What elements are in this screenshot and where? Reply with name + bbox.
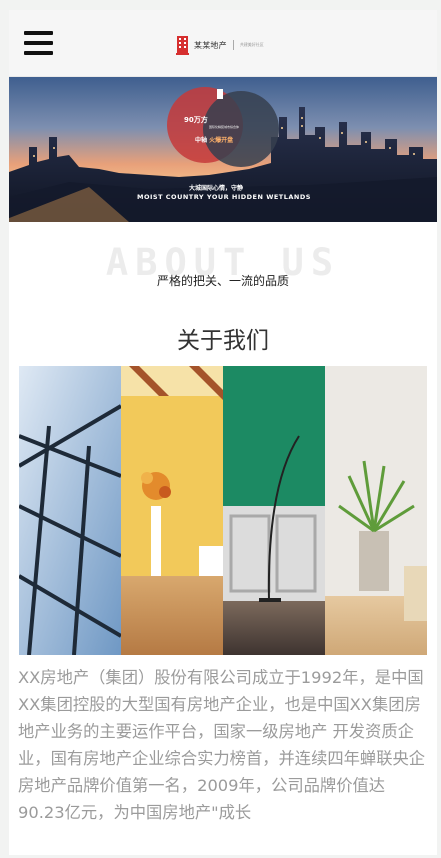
logo-slogan: 共建美好社区 [239, 42, 264, 47]
banner-opening: 中轴 火爆开盘 [195, 135, 233, 144]
logo-name: 某某地产 [194, 40, 227, 50]
banner-opening-prefix: 中轴 [195, 137, 208, 144]
banner-opening-highlight: 火爆开盘 [209, 137, 234, 144]
hamburger-menu-icon[interactable] [24, 31, 53, 57]
about-image [19, 366, 427, 655]
banner-slogan-cn: 大城国际心情，守静 [189, 185, 244, 192]
building-icon [176, 35, 189, 55]
about-section-header: ABOUT US 严格的把关、一流的品质 关于我们 [9, 242, 437, 354]
site-header: 某某地产 共建美好社区 [9, 10, 437, 77]
page-frame: 某某地产 共建美好社区 90万方 国际化精装城市综合体 中轴 火爆开盘 大城国际… [9, 10, 437, 855]
banner-price-sub: 国际化精装城市综合体 [209, 125, 240, 129]
about-title: 关于我们 [177, 328, 269, 354]
banner-price: 90万方 [184, 116, 208, 124]
logo-divider [232, 40, 234, 50]
site-logo[interactable]: 某某地产 共建美好社区 [176, 35, 264, 55]
banner-slogan-en: MOIST COUNTRY YOUR HIDDEN WETLANDS [137, 193, 311, 201]
hero-banner[interactable]: 90万方 国际化精装城市综合体 中轴 火爆开盘 大城国际心情，守静 MOIST … [9, 77, 437, 222]
about-description: XX房地产（集团）股份有限公司成立于1992年，是中国XX集团控股的大型国有房地… [18, 668, 426, 822]
about-tagline: 严格的把关、一流的品质 [156, 274, 289, 288]
